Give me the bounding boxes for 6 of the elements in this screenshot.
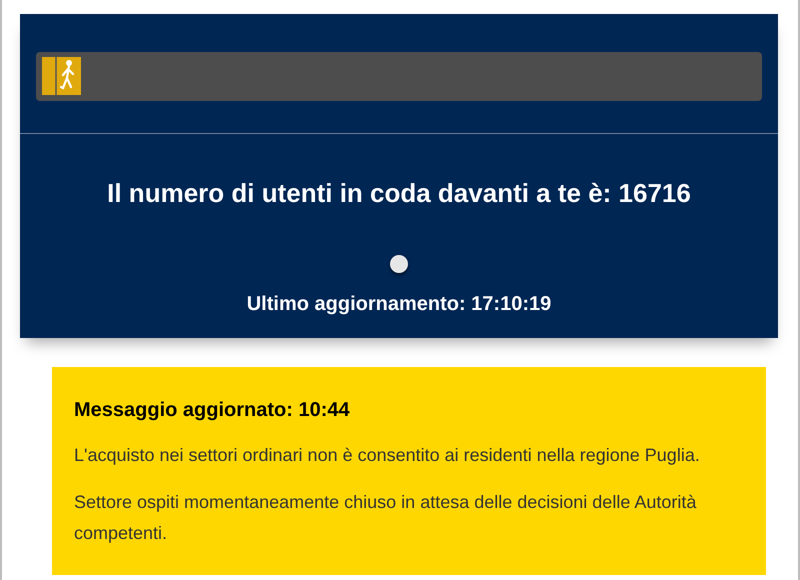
last-update-text: Ultimo aggiornamento: 17:10:19 xyxy=(246,293,552,316)
notice-paragraph: Settore ospiti momentaneamente chiuso in attesa delle decisioni delle Autorità competenti. xyxy=(74,491,698,545)
loading-dot-icon xyxy=(390,255,408,273)
queue-count-heading: Il numero di utenti in coda davanti a te è: 16716 xyxy=(106,178,692,209)
notice-title: Messaggio aggiornato: 10:44 xyxy=(74,399,351,422)
notice-paragraph: L'acquisto nei settori ordinari non è consentito ai residenti nella regione Puglia. xyxy=(74,444,701,467)
